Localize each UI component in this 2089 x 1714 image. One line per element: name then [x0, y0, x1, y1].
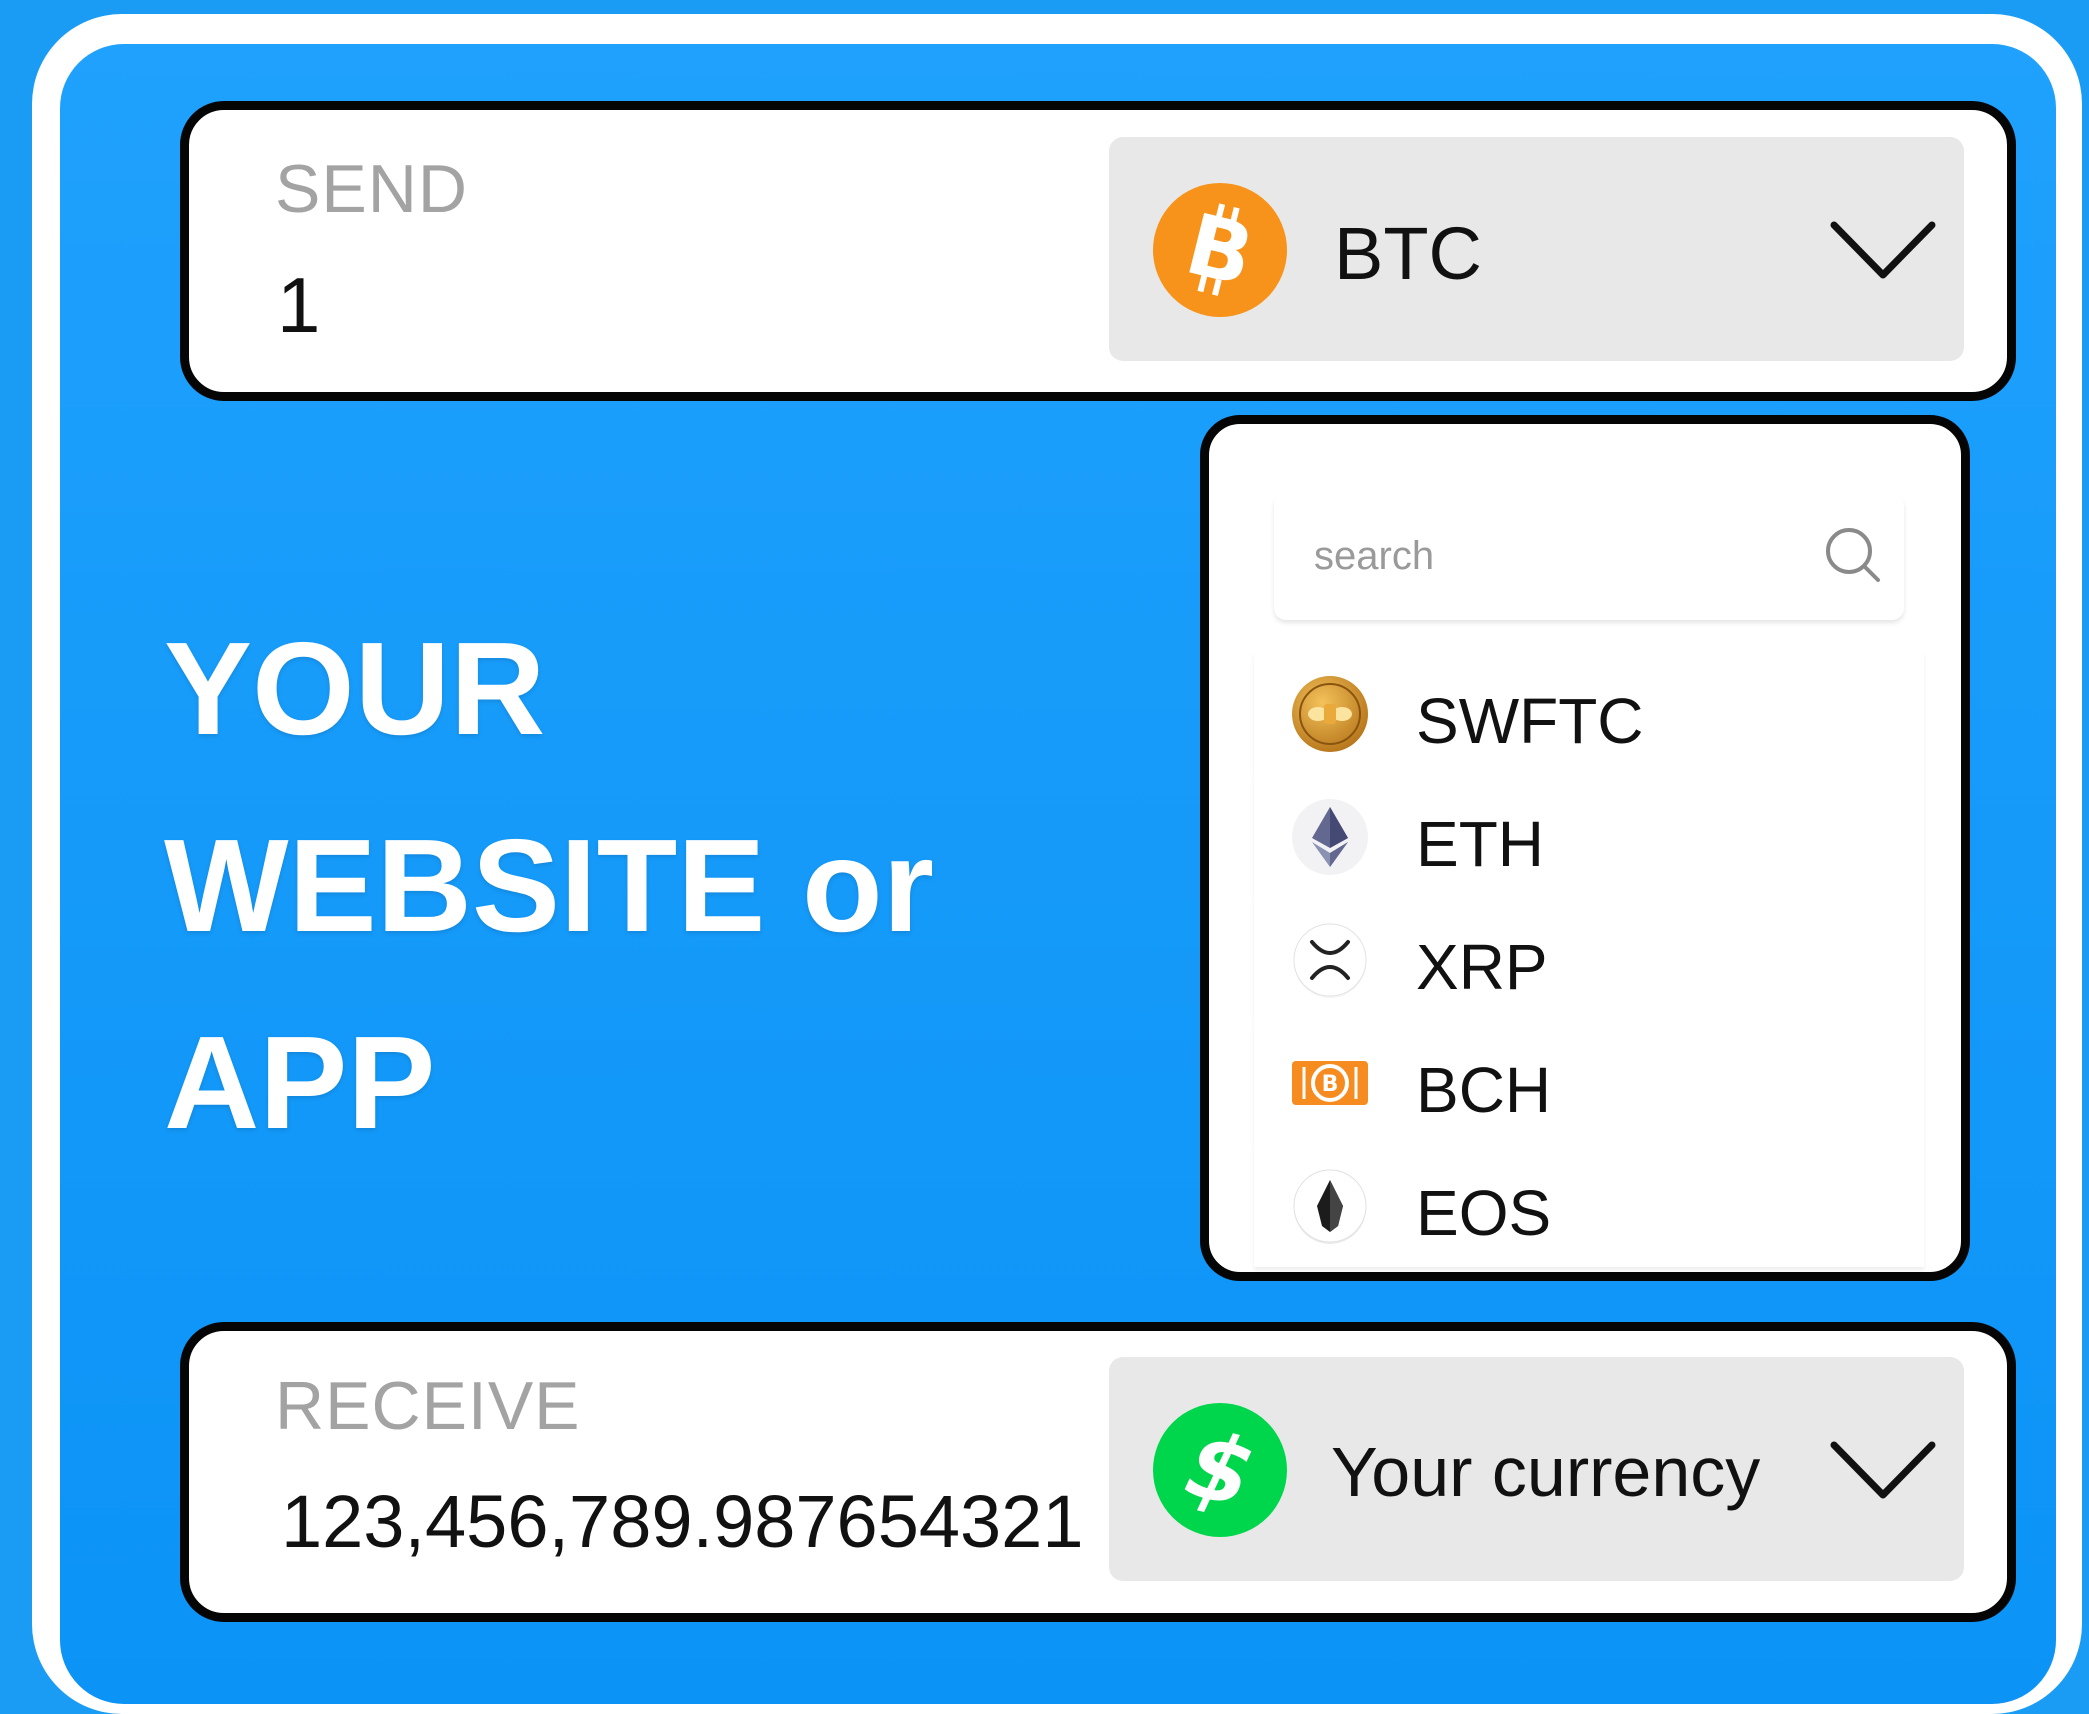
send-label: SEND — [275, 151, 468, 227]
send-amount-input[interactable]: 1 — [277, 260, 320, 351]
headline: YOUR WEBSITE or APP — [164, 590, 934, 1181]
headline-line-2: WEBSITE or — [164, 812, 935, 959]
svg-text:B: B — [1322, 1072, 1339, 1097]
search-input[interactable]: search — [1274, 494, 1904, 620]
send-currency-selector[interactable]: B BTC — [1109, 137, 1964, 361]
coin-option-xrp[interactable]: XRP — [1254, 898, 1924, 1021]
receive-card: RECEIVE 123,456,789.987654321 $ Your cur… — [180, 1322, 2016, 1622]
search-icon[interactable] — [1822, 524, 1884, 586]
coin-option-eth[interactable]: ETH — [1254, 775, 1924, 898]
coin-symbol: BCH — [1416, 1054, 1552, 1126]
eos-icon — [1290, 1166, 1370, 1246]
search-placeholder: search — [1314, 534, 1435, 578]
coin-option-swftc[interactable]: SWFTC — [1254, 652, 1924, 775]
coin-symbol: SWFTC — [1416, 685, 1644, 757]
dollar-icon: $ — [1153, 1403, 1287, 1537]
send-card: SEND 1 B BTC — [180, 101, 2016, 401]
coin-list: SWFTC ETH XRP B BCH EOS — [1254, 652, 1924, 1267]
headline-line-1: YOUR — [164, 615, 546, 762]
chevron-down-icon[interactable] — [1828, 219, 1938, 283]
coin-option-eos[interactable]: EOS — [1254, 1144, 1924, 1267]
coin-symbol: ETH — [1416, 808, 1544, 880]
swftc-coin-icon — [1290, 674, 1370, 754]
receive-label: RECEIVE — [275, 1368, 581, 1444]
chevron-down-icon[interactable] — [1828, 1439, 1938, 1503]
ethereum-icon — [1290, 797, 1370, 877]
bitcoin-icon: B — [1153, 183, 1287, 317]
receive-currency-selector[interactable]: $ Your currency — [1109, 1357, 1964, 1581]
receive-currency-label: Your currency — [1331, 1433, 1761, 1511]
headline-line-3: APP — [164, 1009, 436, 1156]
currency-dropdown: search SWFTC ETH XRP B BCH EOS — [1200, 415, 1970, 1281]
send-currency-label: BTC — [1334, 212, 1482, 295]
xrp-icon — [1290, 920, 1370, 1000]
coin-option-bch[interactable]: B BCH — [1254, 1021, 1924, 1144]
bitcoin-cash-icon: B — [1290, 1043, 1370, 1123]
coin-symbol: XRP — [1416, 931, 1548, 1003]
receive-amount-output: 123,456,789.987654321 — [281, 1480, 1084, 1563]
coin-symbol: EOS — [1416, 1177, 1552, 1249]
